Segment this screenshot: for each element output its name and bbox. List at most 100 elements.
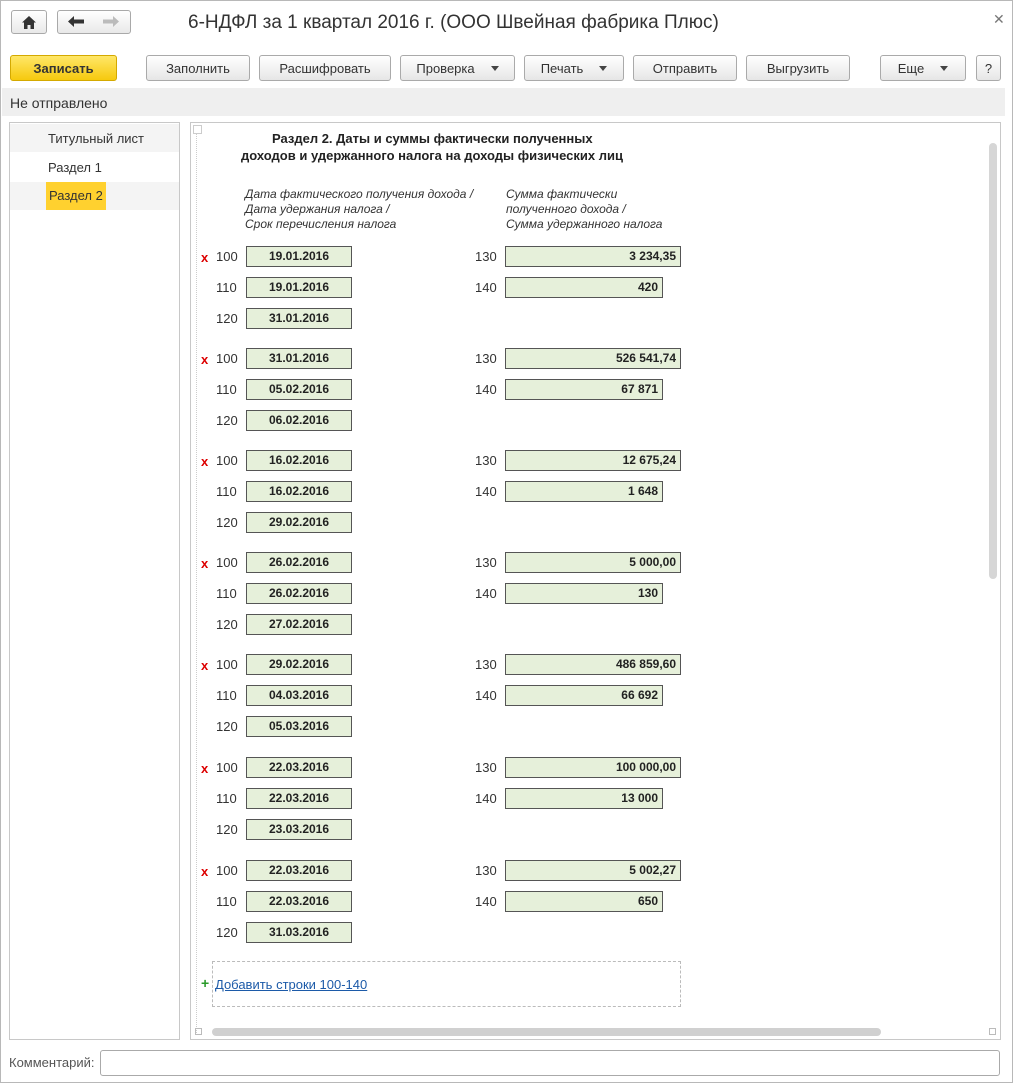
- delete-row-icon[interactable]: x: [201, 250, 208, 265]
- tax-withheld-amount-field[interactable]: 420: [505, 277, 663, 298]
- row-code-130: 130: [475, 863, 497, 878]
- row-code-120: 120: [216, 413, 238, 428]
- close-icon[interactable]: ✕: [993, 11, 1005, 28]
- report-window: 6-НДФЛ за 1 квартал 2016 г. (ООО Швейная…: [0, 0, 1013, 1083]
- plus-icon[interactable]: +: [201, 975, 209, 991]
- tax-withheld-date-field[interactable]: 26.02.2016: [246, 583, 352, 604]
- tax-withheld-date-field[interactable]: 16.02.2016: [246, 481, 352, 502]
- sidebar-item-label: Раздел 2: [46, 182, 106, 210]
- sidebar-item-section-1[interactable]: Раздел 1: [10, 153, 179, 181]
- row-code-100: 100: [216, 351, 238, 366]
- save-button[interactable]: Записать: [10, 55, 117, 81]
- column1-header-line1: Дата фактического получения дохода /: [245, 187, 474, 201]
- section-heading-line1: Раздел 2. Даты и суммы фактически получе…: [272, 131, 593, 146]
- row-code-120: 120: [216, 515, 238, 530]
- decode-button[interactable]: Расшифровать: [259, 55, 391, 81]
- income-amount-field[interactable]: 5 002,27: [505, 860, 681, 881]
- more-dropdown[interactable]: Еще: [880, 55, 966, 81]
- tax-withheld-amount-field[interactable]: 1 648: [505, 481, 663, 502]
- horizontal-scrollbar[interactable]: [212, 1028, 881, 1036]
- help-button[interactable]: ?: [976, 55, 1001, 81]
- row-code-130: 130: [475, 657, 497, 672]
- tax-withheld-amount-field[interactable]: 650: [505, 891, 663, 912]
- row-code-140: 140: [475, 280, 497, 295]
- delete-row-icon[interactable]: x: [201, 454, 208, 469]
- delete-row-icon[interactable]: x: [201, 352, 208, 367]
- income-date-field[interactable]: 22.03.2016: [246, 757, 352, 778]
- row-code-130: 130: [475, 453, 497, 468]
- back-button[interactable]: [68, 15, 84, 31]
- add-rows-link[interactable]: Добавить строки 100-140: [215, 977, 367, 992]
- column1-header-line3: Срок перечисления налога: [245, 217, 397, 231]
- row-code-110: 110: [216, 586, 237, 601]
- tax-withheld-date-field[interactable]: 05.02.2016: [246, 379, 352, 400]
- fill-button[interactable]: Заполнить: [146, 55, 250, 81]
- row-code-120: 120: [216, 822, 238, 837]
- row-code-140: 140: [475, 484, 497, 499]
- column1-header-line2: Дата удержания налога /: [245, 202, 390, 216]
- column2-header-line2: полученного дохода /: [506, 202, 626, 216]
- delete-row-icon[interactable]: x: [201, 761, 208, 776]
- check-dropdown[interactable]: Проверка: [400, 55, 515, 81]
- tax-withheld-amount-field[interactable]: 13 000: [505, 788, 663, 809]
- row-code-100: 100: [216, 453, 238, 468]
- check-label: Проверка: [416, 60, 475, 76]
- send-button[interactable]: Отправить: [633, 55, 737, 81]
- tax-transfer-deadline-field[interactable]: 05.03.2016: [246, 716, 352, 737]
- tax-transfer-deadline-field[interactable]: 29.02.2016: [246, 512, 352, 533]
- delete-row-icon[interactable]: x: [201, 556, 208, 571]
- tax-withheld-date-field[interactable]: 22.03.2016: [246, 788, 352, 809]
- section-heading-line2: доходов и удержанного налога на доходы ф…: [241, 148, 623, 163]
- tax-withheld-amount-field[interactable]: 130: [505, 583, 663, 604]
- tax-withheld-date-field[interactable]: 19.01.2016: [246, 277, 352, 298]
- sidebar-item-section-2[interactable]: Раздел 2: [10, 182, 179, 210]
- home-icon: [22, 15, 36, 29]
- arrow-left-icon: [68, 16, 84, 27]
- income-date-field[interactable]: 29.02.2016: [246, 654, 352, 675]
- income-date-field[interactable]: 16.02.2016: [246, 450, 352, 471]
- print-dropdown[interactable]: Печать: [524, 55, 624, 81]
- tax-withheld-amount-field[interactable]: 67 871: [505, 379, 663, 400]
- sidebar-item-label: Титульный лист: [48, 131, 145, 146]
- income-amount-field[interactable]: 5 000,00: [505, 552, 681, 573]
- tax-transfer-deadline-field[interactable]: 06.02.2016: [246, 410, 352, 431]
- tax-transfer-deadline-field[interactable]: 31.03.2016: [246, 922, 352, 943]
- tax-transfer-deadline-field[interactable]: 27.02.2016: [246, 614, 352, 635]
- tax-withheld-date-field[interactable]: 04.03.2016: [246, 685, 352, 706]
- window-title: 6-НДФЛ за 1 квартал 2016 г. (ООО Швейная…: [188, 12, 719, 33]
- more-label: Еще: [897, 60, 925, 76]
- delete-row-icon[interactable]: x: [201, 864, 208, 879]
- row-code-120: 120: [216, 925, 238, 940]
- income-amount-field[interactable]: 3 234,35: [505, 246, 681, 267]
- income-date-field[interactable]: 26.02.2016: [246, 552, 352, 573]
- row-code-130: 130: [475, 555, 497, 570]
- income-amount-field[interactable]: 526 541,74: [505, 348, 681, 369]
- income-date-field[interactable]: 19.01.2016: [246, 246, 352, 267]
- income-date-field[interactable]: 31.01.2016: [246, 348, 352, 369]
- forward-button[interactable]: [103, 15, 119, 31]
- tax-transfer-deadline-field[interactable]: 23.03.2016: [246, 819, 352, 840]
- row-code-100: 100: [216, 249, 238, 264]
- scroll-corner: [989, 1028, 996, 1035]
- income-amount-field[interactable]: 486 859,60: [505, 654, 681, 675]
- row-code-110: 110: [216, 894, 237, 909]
- column2-header-line3: Сумма удержанного налога: [506, 217, 663, 231]
- comment-input[interactable]: [100, 1050, 1000, 1076]
- tax-withheld-date-field[interactable]: 22.03.2016: [246, 891, 352, 912]
- row-code-140: 140: [475, 791, 497, 806]
- row-code-110: 110: [216, 280, 237, 295]
- tax-withheld-amount-field[interactable]: 66 692: [505, 685, 663, 706]
- delete-row-icon[interactable]: x: [201, 658, 208, 673]
- tax-transfer-deadline-field[interactable]: 31.01.2016: [246, 308, 352, 329]
- column2-header-line1: Сумма фактически: [506, 187, 618, 201]
- vertical-scrollbar[interactable]: [989, 143, 997, 579]
- export-button[interactable]: Выгрузить: [746, 55, 850, 81]
- chevron-down-icon: [599, 65, 608, 71]
- income-amount-field[interactable]: 12 675,24: [505, 450, 681, 471]
- income-date-field[interactable]: 22.03.2016: [246, 860, 352, 881]
- home-button[interactable]: [11, 10, 47, 34]
- row-code-110: 110: [216, 688, 237, 703]
- income-amount-field[interactable]: 100 000,00: [505, 757, 681, 778]
- sections-sidebar: Титульный лист Раздел 1 Раздел 2: [9, 122, 180, 1040]
- sidebar-item-title-page[interactable]: Титульный лист: [10, 124, 179, 152]
